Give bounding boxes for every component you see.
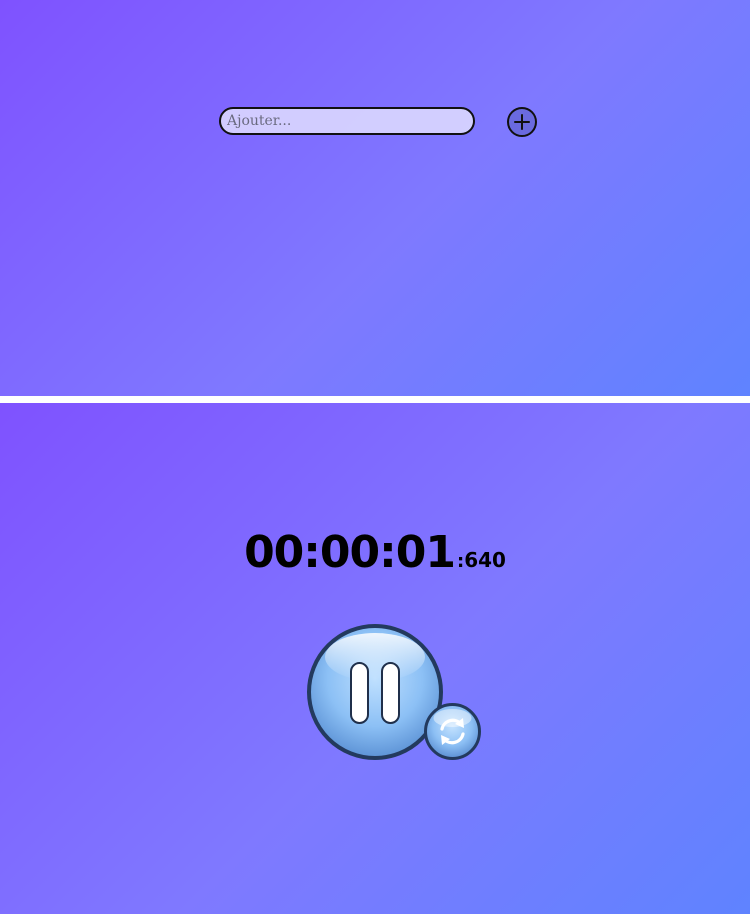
timer-hours: 00 (244, 527, 304, 578)
timer-separator: : (379, 527, 397, 578)
timer-minutes: 00 (319, 527, 380, 578)
add-task-input[interactable] (219, 107, 475, 135)
timer-separator: : (303, 527, 321, 578)
reset-button[interactable] (423, 702, 482, 761)
add-panel (0, 0, 750, 396)
timer-seconds: 01 (395, 527, 456, 578)
timer-milliseconds: 640 (464, 548, 506, 572)
stopwatch-display: 00:00:01:640 (0, 527, 750, 578)
refresh-icon (424, 703, 481, 760)
add-task-button[interactable] (507, 107, 537, 137)
plus-icon (514, 114, 530, 130)
add-task-row (219, 107, 537, 137)
stopwatch-panel: 00:00:01:640 (0, 403, 750, 914)
